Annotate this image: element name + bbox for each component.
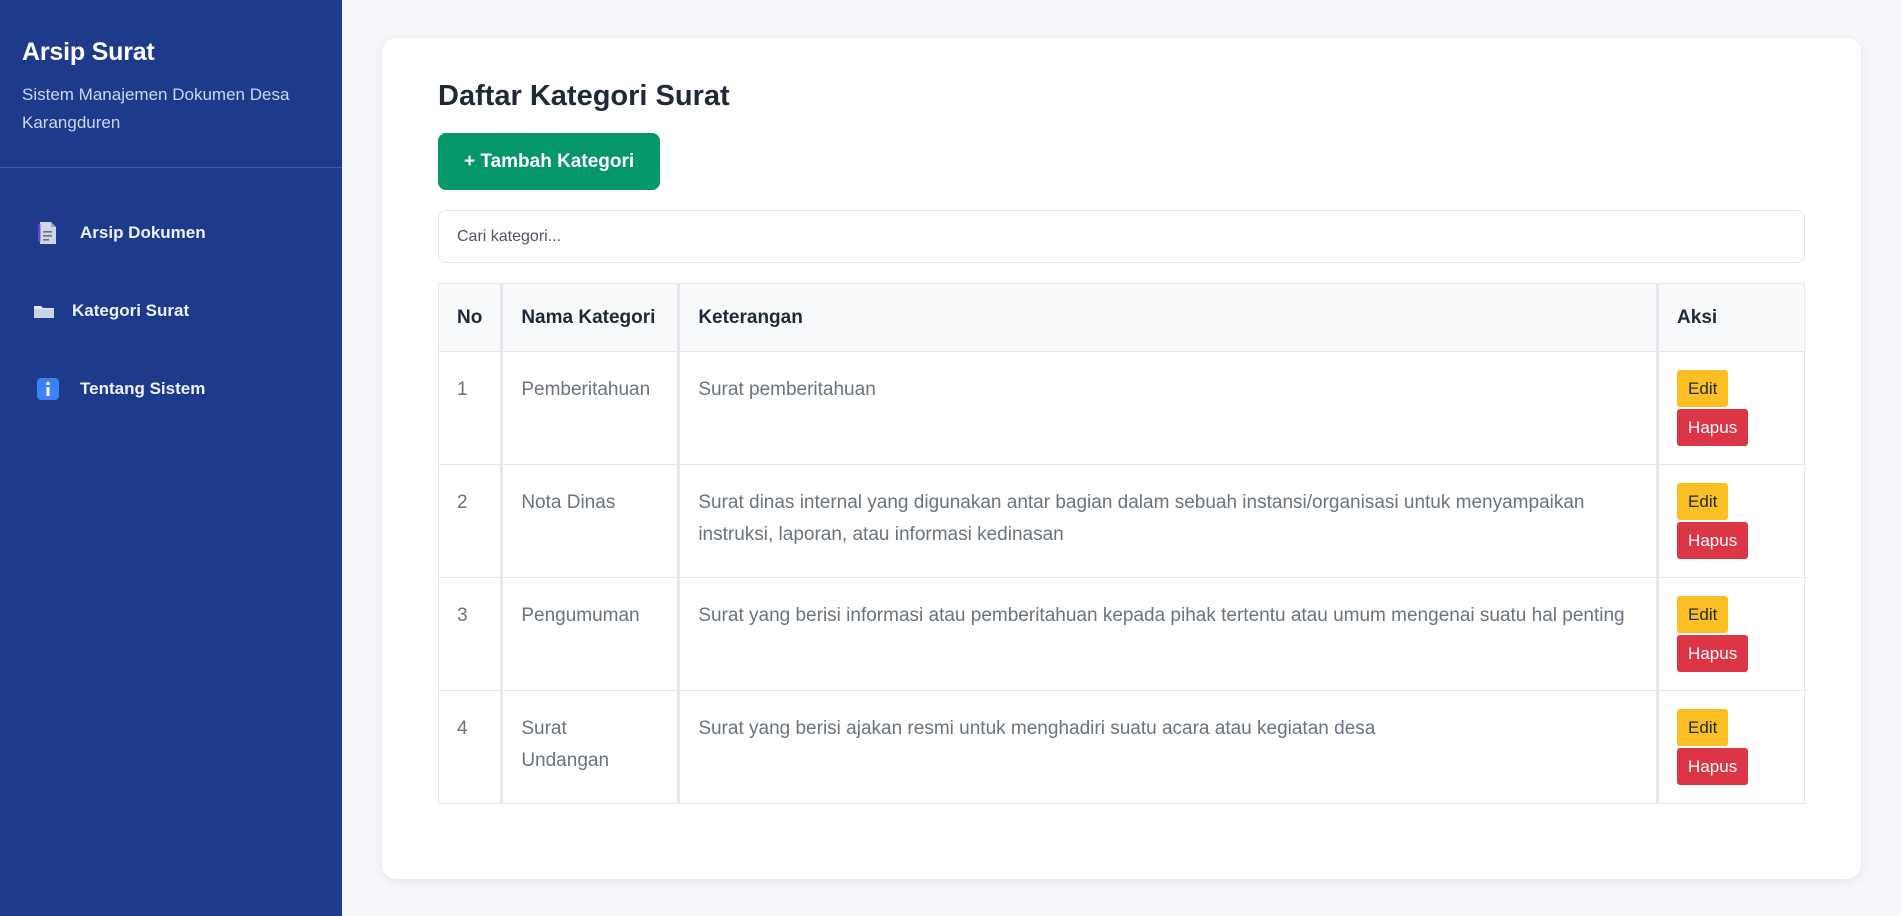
table-header-row: No Nama Kategori Keterangan Aksi: [437, 283, 1805, 352]
row-no: 4: [437, 690, 504, 804]
header-keterangan: Keterangan: [678, 283, 1660, 352]
table-row: 1 Pemberitahuan Surat pemberitahuan Edit…: [437, 351, 1805, 465]
row-nama: Pemberitahuan: [501, 351, 681, 465]
row-no: 1: [437, 351, 504, 465]
search-input[interactable]: [438, 210, 1805, 263]
row-nama: Surat Undangan: [501, 690, 681, 804]
sidebar-item-label: Tentang Sistem: [80, 379, 206, 398]
edit-button[interactable]: Edit: [1677, 709, 1729, 746]
row-actions: Edit Hapus: [1657, 351, 1805, 465]
sidebar-item-label: Arsip Dokumen: [80, 223, 206, 242]
app-subtitle: Sistem Manajemen Dokumen Desa Karangdure…: [22, 85, 290, 132]
row-nama: Pengumuman: [501, 577, 681, 691]
add-category-button[interactable]: + Tambah Kategori: [438, 133, 661, 190]
table-row: 4 Surat Undangan Surat yang berisi ajaka…: [437, 690, 1805, 804]
delete-button[interactable]: Hapus: [1677, 409, 1749, 446]
row-keterangan: Surat dinas internal yang digunakan anta…: [678, 464, 1660, 578]
main-content: Daftar Kategori Surat + Tambah Kategori …: [342, 0, 1901, 916]
row-actions: Edit Hapus: [1657, 464, 1805, 578]
header-no: No: [437, 283, 504, 352]
row-keterangan: Surat yang berisi ajakan resmi untuk men…: [678, 690, 1660, 804]
edit-button[interactable]: Edit: [1677, 483, 1729, 520]
edit-button[interactable]: Edit: [1677, 596, 1729, 633]
row-keterangan: Surat yang berisi informasi atau pemberi…: [678, 577, 1660, 691]
sidebar-item-arsip-dokumen[interactable]: Arsip Dokumen: [0, 194, 342, 272]
table-row: 3 Pengumuman Surat yang berisi informasi…: [437, 577, 1805, 691]
brand: Arsip Surat Sistem Manajemen Dokumen Des…: [0, 0, 342, 168]
row-no: 3: [437, 577, 504, 691]
sidebar-item-tentang-sistem[interactable]: Tentang Sistem: [0, 350, 342, 428]
sidebar-nav: Arsip Dokumen Kategori Surat Tentang Sis…: [0, 168, 342, 428]
row-nama: Nota Dinas: [501, 464, 681, 578]
edit-button[interactable]: Edit: [1677, 370, 1729, 407]
document-icon: [36, 221, 60, 245]
row-actions: Edit Hapus: [1657, 577, 1805, 691]
sidebar-item-label: Kategori Surat: [72, 301, 190, 320]
delete-button[interactable]: Hapus: [1677, 522, 1749, 559]
row-no: 2: [437, 464, 504, 578]
row-keterangan: Surat pemberitahuan: [678, 351, 1660, 465]
sidebar: Arsip Surat Sistem Manajemen Dokumen Des…: [0, 0, 342, 916]
delete-button[interactable]: Hapus: [1677, 635, 1749, 672]
delete-button[interactable]: Hapus: [1677, 748, 1749, 785]
row-actions: Edit Hapus: [1657, 690, 1805, 804]
app-title: Arsip Surat: [22, 38, 155, 66]
category-table: No Nama Kategori Keterangan Aksi 1 Pembe…: [437, 283, 1805, 804]
folder-icon: [32, 299, 56, 323]
page-title: Daftar Kategori Surat: [438, 80, 730, 112]
header-aksi: Aksi: [1657, 283, 1805, 352]
header-nama-kategori: Nama Kategori: [501, 283, 681, 352]
info-icon: [36, 377, 60, 401]
table-row: 2 Nota Dinas Surat dinas internal yang d…: [437, 464, 1805, 578]
content-card: Daftar Kategori Surat + Tambah Kategori …: [382, 38, 1861, 879]
sidebar-item-kategori-surat[interactable]: Kategori Surat: [0, 272, 342, 350]
